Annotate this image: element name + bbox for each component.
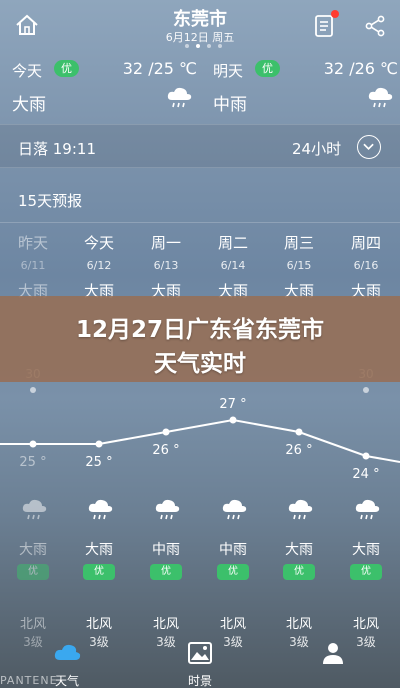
forecast-day-label: 今天 xyxy=(83,234,114,252)
today-condition: 大雨 xyxy=(12,95,46,115)
cloud-icon xyxy=(54,644,81,660)
forecast-date: 6/13 xyxy=(153,259,179,272)
forecast-day-label: 周四 xyxy=(350,234,381,252)
rain-cloud-icon xyxy=(88,499,113,520)
rain-cloud-icon xyxy=(355,499,380,520)
user-icon xyxy=(323,643,343,664)
photo-icon xyxy=(188,642,212,664)
divider xyxy=(0,222,400,223)
page-indicator xyxy=(178,44,228,48)
banner-line-2: 天气实时 xyxy=(154,351,246,377)
forecast-wind: 北风 xyxy=(152,617,179,632)
hourly-toggle-label[interactable]: 24小时 xyxy=(292,138,341,159)
low-temp-point xyxy=(362,452,370,460)
ad-brand-text: PANTENE xyxy=(0,674,58,687)
forecast-date: 6/15 xyxy=(286,259,312,272)
forecast-wind: 北风 xyxy=(85,617,112,632)
forecast-date: 6/16 xyxy=(353,259,379,272)
forecast-night-condition: 大雨 xyxy=(285,542,313,558)
tomorrow-aqi-badge: 优 xyxy=(255,60,280,77)
low-temp-label: 26 ° xyxy=(285,443,312,458)
low-temp-label: 27 ° xyxy=(219,397,246,412)
today-aqi-badge: 优 xyxy=(54,60,79,77)
date-subtitle: 6月12日 周五 xyxy=(165,31,235,44)
forecast-date: 6/11 xyxy=(20,259,46,272)
forecast-aqi-badge: 优 xyxy=(83,564,115,580)
rain-cloud-icon xyxy=(155,499,180,520)
forecast-night-condition: 大雨 xyxy=(85,542,113,558)
low-temp-point xyxy=(162,428,170,436)
tab-scenery-label: 时景 xyxy=(187,674,212,688)
low-temp-point xyxy=(295,428,303,436)
low-temp-point xyxy=(29,440,37,448)
forecast-day-label: 昨天 xyxy=(17,234,48,252)
sunset-time: 日落 19:11 xyxy=(18,140,96,158)
page-dot xyxy=(217,44,222,48)
forecast-wind: 北风 xyxy=(285,617,312,632)
forecast-date: 6/14 xyxy=(220,259,246,272)
low-temp-point xyxy=(95,440,103,448)
forecast-night-condition: 中雨 xyxy=(152,542,180,558)
high-temp-point xyxy=(30,387,36,393)
forecast-title: 15天预报 xyxy=(18,192,83,210)
chevron-down-icon[interactable] xyxy=(357,135,381,159)
notification-badge xyxy=(331,10,339,18)
forecast-day-label: 周二 xyxy=(217,234,248,252)
forecast-day-label: 周三 xyxy=(283,234,314,252)
forecast-aqi-badge: 优 xyxy=(150,564,182,580)
forecast-night-condition: 大雨 xyxy=(19,542,47,558)
forecast-aqi-badge: 优 xyxy=(283,564,315,580)
today-block[interactable]: 今天 优 32 /25 ℃ 大雨 xyxy=(12,56,197,116)
low-temp-label: 25 ° xyxy=(85,455,112,470)
bottom-nav: 天气 时景 xyxy=(0,636,400,688)
rain-cloud-icon xyxy=(222,499,247,520)
city-title[interactable]: 东莞市 xyxy=(0,5,400,31)
tomorrow-label: 明天 xyxy=(213,62,244,80)
low-temp-label: 25 ° xyxy=(19,455,46,470)
rain-cloud-icon xyxy=(368,87,393,108)
low-temp-label: 26 ° xyxy=(152,443,179,458)
tomorrow-condition: 中雨 xyxy=(213,95,247,115)
tab-profile[interactable] xyxy=(293,636,373,688)
forecast-aqi-badge: 优 xyxy=(217,564,249,580)
headline-banner[interactable]: 12月27日广东省东莞市 天气实时 xyxy=(0,296,400,382)
today-label: 今天 xyxy=(12,62,43,80)
forecast-wind: 北风 xyxy=(219,617,246,632)
banner-line-1: 12月27日广东省东莞市 xyxy=(75,317,324,343)
low-temp-point xyxy=(229,416,237,424)
page-dot xyxy=(184,44,189,48)
today-tomorrow-summary: 今天 优 32 /25 ℃ 大雨 明天 优 32 /26 ℃ 中雨 xyxy=(0,56,400,116)
forecast-aqi-badge: 优 xyxy=(17,564,49,580)
forecast-night-condition: 中雨 xyxy=(219,542,247,558)
low-temp-line xyxy=(0,418,400,463)
today-temp: 32 /25 ℃ xyxy=(122,59,197,78)
forecast-day-label: 周一 xyxy=(150,234,181,252)
high-temp-point xyxy=(363,387,369,393)
tomorrow-temp: 32 /26 ℃ xyxy=(323,59,398,78)
page-dot xyxy=(206,44,211,48)
rain-cloud-icon xyxy=(167,87,192,108)
sunset-bar: 日落 19:11 24小时 xyxy=(0,124,400,168)
forecast-aqi-badge: 优 xyxy=(350,564,382,580)
rain-cloud-icon xyxy=(288,499,313,520)
forecast-night-condition: 大雨 xyxy=(352,542,380,558)
page-dot-active xyxy=(195,44,200,48)
low-temp-label: 24 ° xyxy=(352,467,379,482)
forecast-date: 6/12 xyxy=(86,259,112,272)
tomorrow-block[interactable]: 明天 优 32 /26 ℃ 中雨 xyxy=(213,56,398,116)
share-icon[interactable] xyxy=(363,14,387,38)
rain-cloud-icon xyxy=(22,499,47,520)
forecast-wind: 北风 xyxy=(19,617,46,632)
tab-scenery[interactable]: 时景 xyxy=(160,636,240,688)
header: 东莞市 6月12日 周五 xyxy=(0,0,400,52)
forecast-wind: 北风 xyxy=(352,617,379,632)
